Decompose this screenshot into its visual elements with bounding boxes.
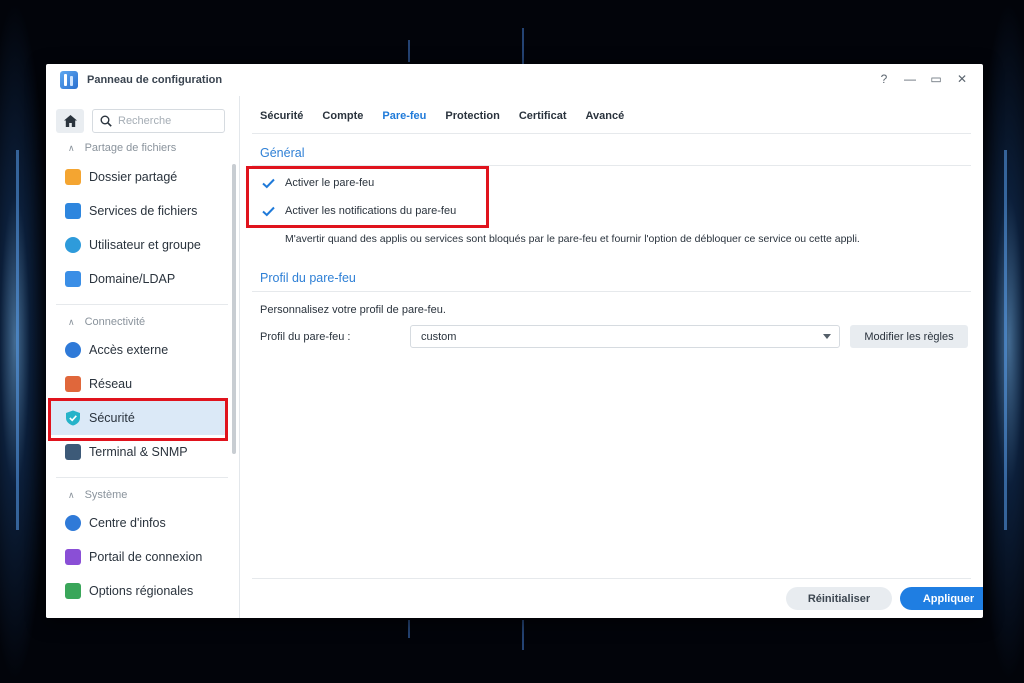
chevron-down-icon	[823, 334, 831, 339]
users-icon	[65, 237, 81, 253]
search-box	[92, 109, 225, 133]
main-panel: Sécurité Compte Pare-feu Protection Cert…	[240, 96, 983, 618]
firewall-profile-select[interactable]: custom	[410, 325, 840, 348]
section-label: Système	[84, 489, 128, 501]
section-divider	[56, 304, 228, 305]
login-portal-icon	[65, 549, 81, 565]
sidebar-item-label: Accès externe	[89, 343, 169, 357]
sidebar-item-file-services[interactable]: Services de fichiers	[50, 194, 228, 228]
checkbox-label: Activer les notifications du pare-feu	[285, 205, 457, 217]
highlight-box-checkboxes	[246, 166, 489, 228]
search-input[interactable]	[118, 115, 218, 127]
sidebar-item-login-portal[interactable]: Portail de connexion	[50, 540, 228, 574]
chevron-up-icon: ∧	[68, 489, 75, 500]
network-icon	[65, 376, 81, 392]
reset-button[interactable]: Réinitialiser	[786, 587, 892, 610]
tab-bar: Sécurité Compte Pare-feu Protection Cert…	[260, 110, 643, 129]
sidebar-item-shared-folder[interactable]: Dossier partagé	[50, 160, 228, 194]
select-value: custom	[421, 330, 457, 343]
close-icon[interactable]: ✕	[955, 70, 969, 88]
section-divider	[56, 477, 228, 478]
section-divider	[252, 165, 971, 166]
control-panel-window: Panneau de configuration ? — ▭ ✕ Recherc…	[46, 64, 983, 618]
sidebar-item-label: Dossier partagé	[89, 170, 178, 184]
firewall-profile-label: Profil du pare-feu :	[260, 331, 351, 343]
tab-protection[interactable]: Protection	[445, 110, 499, 129]
tab-certificate[interactable]: Certificat	[519, 110, 567, 129]
section-label: Connectivité	[84, 316, 146, 328]
sidebar-item-security[interactable]: Sécurité	[50, 401, 228, 435]
section-header-connectivity[interactable]: ∧ Connectivité	[68, 316, 145, 328]
sidebar-item-label: Domaine/LDAP	[89, 272, 176, 286]
firewall-profile-section-title: Profil du pare-feu	[260, 271, 356, 285]
sidebar-item-label: Options régionales	[89, 584, 194, 598]
notification-hint-text: M'avertir quand des applis ou services s…	[285, 233, 860, 245]
section-divider	[252, 291, 971, 292]
sidebar-item-label: Portail de connexion	[89, 550, 203, 564]
sidebar-item-label: Services de fichiers	[89, 204, 198, 218]
sidebar-scrollbar[interactable]	[232, 164, 236, 454]
sidebar-item-terminal-snmp[interactable]: Terminal & SNMP	[50, 435, 228, 469]
sidebar-item-label: Sécurité	[89, 411, 135, 425]
sidebar-item-external-access[interactable]: Accès externe	[50, 333, 228, 367]
chevron-up-icon: ∧	[68, 142, 75, 153]
sidebar: ∧ Partage de fichiers Dossier partagé Se…	[46, 96, 240, 618]
sidebar-item-label: Terminal & SNMP	[89, 445, 188, 459]
sidebar-item-users-groups[interactable]: Utilisateur et groupe	[50, 228, 228, 262]
enable-firewall-checkbox[interactable]: Activer le pare-feu	[262, 177, 374, 189]
chevron-up-icon: ∧	[68, 316, 75, 327]
checkbox-label: Activer le pare-feu	[285, 177, 375, 189]
tab-divider	[252, 133, 971, 134]
sidebar-item-regional-options[interactable]: Options régionales	[50, 574, 228, 608]
control-panel-app-icon	[60, 71, 78, 89]
file-services-icon	[65, 203, 81, 219]
firewall-profile-description: Personnalisez votre profil de pare-feu.	[260, 304, 446, 316]
sidebar-item-info-center[interactable]: Centre d'infos	[50, 506, 228, 540]
tab-firewall[interactable]: Pare-feu	[382, 110, 426, 129]
terminal-icon	[65, 444, 81, 460]
external-access-icon	[65, 342, 81, 358]
maximize-icon[interactable]: ▭	[929, 70, 943, 88]
tab-advanced[interactable]: Avancé	[586, 110, 625, 129]
section-header-file-sharing[interactable]: ∧ Partage de fichiers	[68, 142, 176, 154]
section-label: Partage de fichiers	[84, 142, 177, 154]
footer-divider	[252, 578, 971, 579]
minimize-icon[interactable]: —	[903, 70, 917, 88]
sidebar-toolbar	[56, 109, 225, 133]
apply-button[interactable]: Appliquer	[900, 587, 983, 610]
background-glow-left	[0, 0, 50, 683]
window-title: Panneau de configuration	[87, 74, 223, 86]
tab-account[interactable]: Compte	[322, 110, 363, 129]
folder-icon	[65, 169, 81, 185]
sidebar-item-label: Réseau	[89, 377, 133, 391]
sidebar-item-label: Utilisateur et groupe	[89, 238, 201, 252]
shield-icon	[65, 410, 81, 426]
general-section-title: Général	[260, 146, 305, 160]
help-icon[interactable]: ?	[877, 70, 891, 88]
search-icon	[100, 115, 112, 127]
section-header-system[interactable]: ∧ Système	[68, 489, 127, 501]
sidebar-item-network[interactable]: Réseau	[50, 367, 228, 401]
enable-notifications-checkbox[interactable]: Activer les notifications du pare-feu	[262, 205, 456, 217]
window-controls: ? — ▭ ✕	[877, 70, 969, 88]
home-button[interactable]	[56, 109, 84, 133]
domain-icon	[65, 271, 81, 287]
edit-rules-button[interactable]: Modifier les règles	[850, 325, 968, 348]
sidebar-item-domain-ldap[interactable]: Domaine/LDAP	[50, 262, 228, 296]
title-bar: Panneau de configuration ? — ▭ ✕	[46, 64, 983, 96]
regional-options-icon	[65, 583, 81, 599]
tab-security[interactable]: Sécurité	[260, 110, 303, 129]
home-icon	[63, 115, 77, 127]
checkmark-icon	[262, 206, 275, 216]
sidebar-item-label: Centre d'infos	[89, 516, 166, 530]
info-icon	[65, 515, 81, 531]
checkmark-icon	[262, 178, 275, 188]
